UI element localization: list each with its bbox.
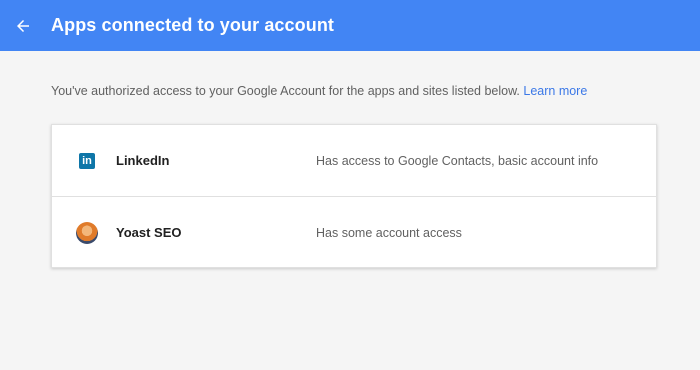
yoast-avatar-icon [76, 221, 98, 244]
learn-more-link[interactable]: Learn more [523, 84, 587, 98]
arrow-back-icon [17, 19, 29, 32]
intro-description: You've authorized access to your Google … [51, 84, 520, 98]
app-access-description: Has some account access [316, 225, 462, 240]
back-button[interactable] [10, 13, 36, 39]
app-name: Yoast SEO [116, 225, 182, 240]
app-row-yoast-seo[interactable]: Yoast SEO Has some account access [52, 196, 656, 268]
intro-text: You've authorized access to your Google … [51, 84, 587, 98]
app-access-description: Has access to Google Contacts, basic acc… [316, 153, 599, 168]
linkedin-icon: in [76, 150, 98, 172]
connected-apps-list: in LinkedIn Has access to Google Contact… [51, 124, 657, 268]
app-row-linkedin[interactable]: in LinkedIn Has access to Google Contact… [52, 125, 656, 196]
page-title: Apps connected to your account [51, 15, 335, 35]
app-bar: Apps connected to your account [0, 0, 700, 51]
app-name: LinkedIn [116, 153, 170, 168]
